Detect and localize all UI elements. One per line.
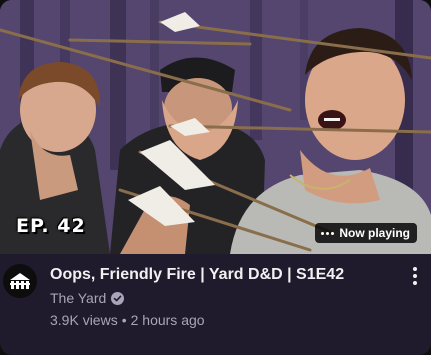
stats-separator: •: [121, 312, 127, 328]
video-title[interactable]: Oops, Friendly Fire | Yard D&D | S1E42: [50, 265, 400, 285]
video-card[interactable]: EP. 42 Now playing Oops, Friendly Fire |…: [0, 0, 431, 355]
channel-name-row[interactable]: The Yard: [50, 289, 125, 307]
verified-check-icon: [111, 291, 125, 305]
channel-avatar[interactable]: [3, 264, 37, 298]
now-playing-label: Now playing: [339, 226, 410, 240]
episode-badge: EP. 42: [16, 215, 86, 237]
playing-dots-icon: [321, 231, 335, 235]
video-stats: 3.9K views • 2 hours ago: [50, 311, 205, 329]
now-playing-badge: Now playing: [315, 223, 417, 243]
video-details: Oops, Friendly Fire | Yard D&D | S1E42 T…: [0, 254, 431, 355]
upload-age: 2 hours ago: [130, 312, 205, 328]
channel-name[interactable]: The Yard: [50, 289, 106, 307]
more-vertical-icon[interactable]: [409, 266, 421, 286]
view-count: 3.9K views: [50, 312, 118, 328]
the-yard-logo-icon: [10, 273, 30, 289]
video-thumbnail[interactable]: EP. 42 Now playing: [0, 0, 431, 254]
